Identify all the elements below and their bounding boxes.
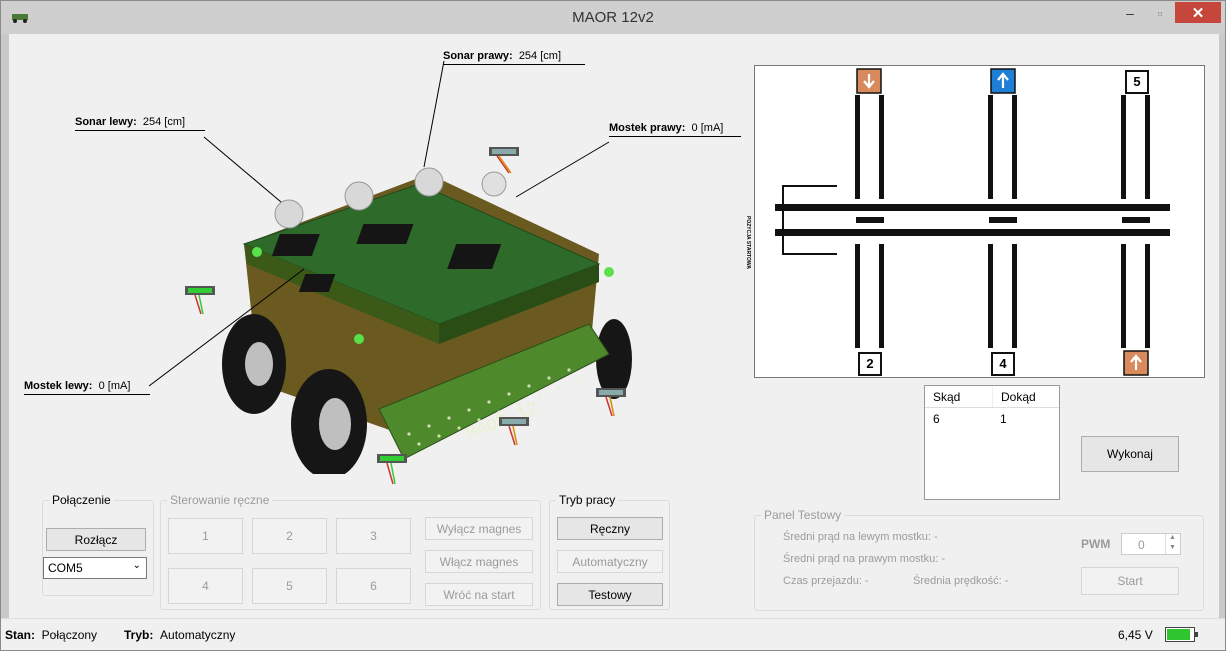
bridge-left-label: Mostek lewy: — [24, 380, 93, 392]
pwm-value: 0 — [1138, 538, 1145, 552]
manual-button-5[interactable]: 5 — [252, 568, 327, 604]
avg-speed: Średnia prędkość: - — [913, 575, 1009, 587]
battery-icon — [1165, 627, 1198, 642]
manual-button-2[interactable]: 2 — [252, 518, 327, 554]
start-button[interactable]: Start — [1081, 567, 1179, 595]
callout-lines — [148, 60, 610, 387]
table-row[interactable]: 6 1 — [925, 408, 1059, 430]
bridge-left-readout: Mostek lewy: 0 [mA] — [24, 380, 130, 392]
magnet-on-button[interactable]: Włącz magnes — [425, 550, 533, 573]
map-marker-4[interactable]: 4 — [991, 352, 1015, 376]
avg-right-current: Średni prąd na prawym mostku: - — [783, 553, 946, 565]
manual-mode-button[interactable]: Ręczny — [557, 517, 663, 540]
com-port-value: COM5 — [48, 561, 83, 575]
test-panel-group-title: Panel Testowy — [761, 508, 845, 522]
main-panel: MAOR-12 Sonar prawy: 254 [cm] Sonar lewy… — [9, 34, 1219, 618]
manual-button-1[interactable]: 1 — [168, 518, 243, 554]
test-mode-button[interactable]: Testowy — [557, 583, 663, 606]
bridge-right-label: Mostek prawy: — [609, 122, 686, 134]
bridge-right-readout: Mostek prawy: 0 [mA] — [609, 122, 723, 134]
manual-control-group-title: Sterowanie ręczne — [167, 493, 273, 507]
sonar-right-label: Sonar prawy: — [443, 50, 513, 62]
start-position-label: POZYCJA STARTOWA — [745, 216, 751, 269]
table-header: Skąd Dokąd — [925, 386, 1059, 408]
route-table[interactable]: Skąd Dokąd 6 1 — [924, 385, 1060, 500]
maximize-button[interactable]: ▫ — [1146, 2, 1174, 23]
sonar-left-value: 254 [cm] — [142, 116, 186, 128]
connection-group-title: Połączenie — [49, 493, 114, 507]
sensor-indicator-icon-a — [499, 417, 529, 446]
state-label: Stan: — [5, 628, 35, 642]
travel-time: Czas przejazdu: - — [783, 575, 869, 587]
state-value: Połączony — [41, 628, 98, 642]
state-readout: Stan: Połączony — [5, 628, 97, 642]
manual-button-6[interactable]: 6 — [336, 568, 411, 604]
window-title: MAOR 12v2 — [572, 9, 654, 26]
disconnect-button[interactable]: Rozłącz — [46, 528, 146, 551]
mode-label: Tryb: — [124, 628, 154, 642]
return-to-start-button[interactable]: Wróć na start — [425, 583, 533, 606]
app-window: MAOR 12v2 – ▫ ✕ MAOR-12 Sonar prawy: 254… — [0, 0, 1226, 651]
bridge-left-value: 0 [mA] — [98, 380, 131, 392]
sonar-left-readout: Sonar lewy: 254 [cm] — [75, 116, 185, 128]
com-port-select[interactable]: COM5 ⌄ — [43, 557, 147, 579]
table-cell-to: 1 — [1000, 412, 1007, 426]
manual-button-3[interactable]: 3 — [336, 518, 411, 554]
table-cell-from: 6 — [933, 412, 940, 426]
chevron-down-icon[interactable]: ⌄ — [133, 560, 141, 571]
track-map: POZYCJA STARTOWA 5 2 4 — [745, 65, 1205, 378]
map-marker-2[interactable]: 2 — [858, 352, 882, 376]
mode-value: Automatyczny — [160, 628, 236, 642]
column-header-from[interactable]: Skąd — [925, 386, 992, 407]
column-header-to[interactable]: Dokąd — [991, 386, 1059, 407]
magnet-off-button[interactable]: Wyłącz magnes — [425, 517, 533, 540]
voltage-readout: 6,45 V — [1118, 628, 1153, 642]
auto-mode-button[interactable]: Automatyczny — [557, 550, 663, 573]
bridge-right-value: 0 [mA] — [691, 122, 724, 134]
stepper-down-icon[interactable]: ▼ — [1165, 544, 1179, 554]
avg-left-current: Średni prąd na lewym mostku: - — [783, 531, 938, 543]
close-button[interactable]: ✕ — [1175, 2, 1221, 23]
execute-button[interactable]: Wykonaj — [1081, 436, 1179, 472]
minimize-button[interactable]: – — [1116, 2, 1144, 23]
map-marker-5[interactable]: 5 — [1125, 70, 1149, 94]
title-bar: MAOR 12v2 – ▫ ✕ — [1, 1, 1225, 34]
status-bar: Stan: Połączony Tryb: Automatyczny 6,45 … — [1, 618, 1225, 650]
pwm-stepper[interactable]: 0 ▲ ▼ — [1121, 533, 1181, 555]
sonar-left-label: Sonar lewy: — [75, 116, 137, 128]
stepper-up-icon[interactable]: ▲ — [1165, 534, 1179, 544]
manual-button-4[interactable]: 4 — [168, 568, 243, 604]
battery-fill — [1167, 629, 1190, 640]
sonar-right-readout: Sonar prawy: 254 [cm] — [443, 50, 561, 62]
sonar-right-value: 254 [cm] — [518, 50, 561, 62]
mode-group-title: Tryb pracy — [556, 493, 619, 507]
mode-readout: Tryb: Automatyczny — [124, 628, 235, 642]
pwm-label: PWM — [1081, 537, 1111, 551]
sensor-indicator-icon-c — [377, 454, 407, 485]
